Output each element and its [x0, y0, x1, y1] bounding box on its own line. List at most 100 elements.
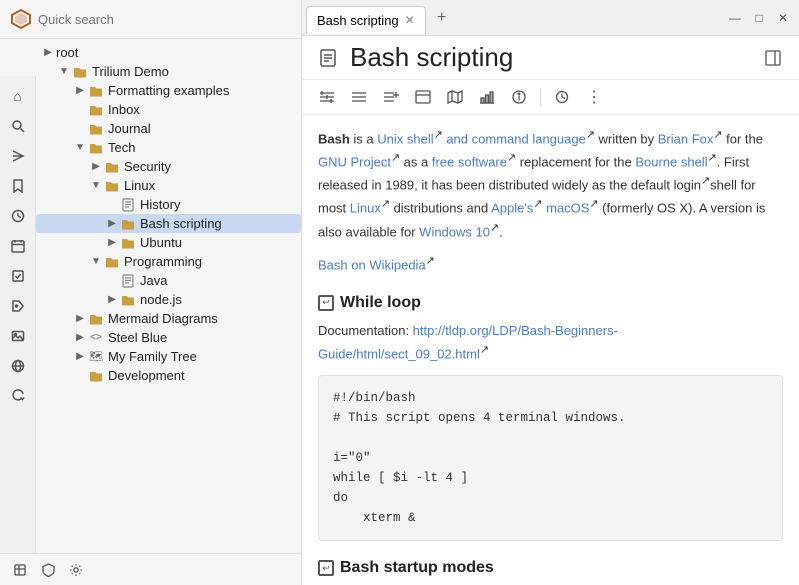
doc-link-paragraph: Documentation: http://tldp.org/LDP/Bash-… [318, 321, 783, 365]
tree-item-java[interactable]: ▶ Java [36, 271, 301, 290]
sync-nav-btn[interactable] [4, 382, 32, 410]
tree-item-my-family-tree[interactable]: ▶ 🗺 My Family Tree [36, 347, 301, 366]
expander-trilium-demo[interactable]: ▼ [56, 66, 72, 77]
tree-item-programming[interactable]: ▼ Programming [36, 252, 301, 271]
node-label-security: Security [124, 159, 171, 174]
link-command-language[interactable]: and command language [446, 131, 586, 146]
app-logo [10, 8, 32, 30]
tree-item-nodejs[interactable]: ▶ node.js [36, 290, 301, 309]
node-label-nodejs: node.js [140, 292, 182, 307]
window-close-btn[interactable]: ✕ [771, 6, 795, 30]
node-label-bash-scripting: Bash scripting [140, 216, 222, 231]
task-nav-btn[interactable] [4, 262, 32, 290]
node-label-development: Development [108, 368, 185, 383]
tree-item-history[interactable]: ▶ History [36, 195, 301, 214]
link-bash-wikipedia[interactable]: Bash on Wikipedia [318, 257, 426, 272]
tree-item-formatting-examples[interactable]: ▶ Formatting examples [36, 81, 301, 100]
node-label-formatting-examples: Formatting examples [108, 83, 229, 98]
folder-icon-nodejs [120, 294, 136, 306]
folder-icon-security [104, 161, 120, 173]
expander-linux[interactable]: ▼ [88, 180, 104, 191]
tree-item-journal[interactable]: ▶ Journal [36, 119, 301, 138]
insert-toolbar-btn[interactable] [378, 84, 404, 110]
expander-ubuntu[interactable]: ▶ [104, 237, 120, 248]
list-toolbar-btn[interactable] [346, 84, 372, 110]
info-toolbar-btn[interactable] [506, 84, 532, 110]
link-free-software[interactable]: free software [432, 154, 507, 169]
content-toolbar: ⋮ [302, 80, 799, 115]
shield-bottom-btn[interactable] [36, 558, 60, 582]
expander-my-family-tree[interactable]: ▶ [72, 351, 88, 362]
wiki-link-paragraph: Bash on Wikipedia↗ [318, 253, 783, 276]
tree-item-trilium-demo[interactable]: ▼ Trilium Demo [36, 62, 301, 81]
link-apples[interactable]: Apple's [491, 201, 533, 216]
chart-toolbar-btn[interactable] [474, 84, 500, 110]
right-panel-btn[interactable] [759, 44, 787, 72]
node-label-inbox: Inbox [108, 102, 140, 117]
expander-bash-scripting[interactable]: ▶ [104, 218, 120, 229]
window-maximize-btn[interactable]: □ [747, 6, 771, 30]
tab-close-bash-scripting[interactable]: ✕ [405, 13, 415, 27]
image-nav-btn[interactable] [4, 322, 32, 350]
home-nav-btn[interactable]: ⌂ [4, 82, 32, 110]
send-nav-btn[interactable] [4, 142, 32, 170]
tree-item-linux[interactable]: ▼ Linux [36, 176, 301, 195]
expander-programming[interactable]: ▼ [88, 256, 104, 267]
tab-bash-scripting[interactable]: Bash scripting ✕ [306, 6, 426, 34]
node-label-linux: Linux [124, 178, 155, 193]
link-brian-fox[interactable]: Brian Fox [658, 131, 714, 146]
node-label-java: Java [140, 273, 167, 288]
link-windows10[interactable]: Windows 10 [419, 224, 490, 239]
link-linux[interactable]: Linux [350, 201, 381, 216]
tree-item-steel-blue[interactable]: ▶ <> Steel Blue [36, 328, 301, 347]
link-macos[interactable]: macOS [546, 201, 589, 216]
expander-nodejs[interactable]: ▶ [104, 294, 120, 305]
tree-item-ubuntu[interactable]: ▶ Ubuntu [36, 233, 301, 252]
tree-item-root[interactable]: ▶ root [36, 43, 301, 62]
layers-bottom-btn[interactable] [8, 558, 32, 582]
note-icon-java [120, 274, 136, 288]
note-content: Bash is a Unix shell↗ and command langua… [302, 115, 799, 585]
link-unix-shell[interactable]: Unix shell [377, 131, 433, 146]
expander-root[interactable]: ▶ [40, 47, 56, 58]
tree-item-tech[interactable]: ▼ Tech [36, 138, 301, 157]
section-header-bash-startup: ↩ Bash startup modes [318, 555, 783, 581]
folder-icon-linux [104, 180, 120, 192]
folder-icon-inbox [88, 104, 104, 116]
map-icon-my-family-tree: 🗺 [88, 350, 104, 363]
search-nav-btn[interactable] [4, 112, 32, 140]
expander-security[interactable]: ▶ [88, 161, 104, 172]
search-input[interactable] [38, 12, 291, 27]
tab-add-btn[interactable]: + [430, 6, 454, 30]
calendar-nav-btn[interactable] [4, 232, 32, 260]
settings-bottom-btn[interactable] [64, 558, 88, 582]
tree-item-development[interactable]: ▶ Development [36, 366, 301, 385]
window-minimize-btn[interactable]: — [723, 6, 747, 30]
properties-toolbar-btn[interactable] [314, 84, 340, 110]
expander-steel-blue[interactable]: ▶ [72, 332, 88, 343]
map-toolbar-btn[interactable] [442, 84, 468, 110]
link-gnu-project[interactable]: GNU Project [318, 154, 391, 169]
note-title-bar: Bash scripting [302, 36, 799, 80]
tree-item-inbox[interactable]: ▶ Inbox [36, 100, 301, 119]
bookmark-nav-btn[interactable] [4, 172, 32, 200]
tab-bar: Bash scripting ✕ + — □ ✕ [302, 0, 799, 36]
more-toolbar-btn[interactable]: ⋮ [581, 84, 607, 110]
tree-item-bash-scripting[interactable]: ▶ Bash scripting [36, 214, 301, 233]
expander-tech[interactable]: ▼ [72, 142, 88, 153]
label-nav-btn[interactable] [4, 292, 32, 320]
node-label-journal: Journal [108, 121, 151, 136]
clock-nav-btn[interactable] [4, 202, 32, 230]
tree-item-mermaid-diagrams[interactable]: ▶ Mermaid Diagrams [36, 309, 301, 328]
tree-item-security[interactable]: ▶ Security [36, 157, 301, 176]
globe-nav-btn[interactable] [4, 352, 32, 380]
expander-formatting-examples[interactable]: ▶ [72, 85, 88, 96]
section-title-while-loop: While loop [340, 290, 421, 316]
link-bourne-shell[interactable]: Bourne shell [635, 154, 707, 169]
expander-mermaid-diagrams[interactable]: ▶ [72, 313, 88, 324]
node-label-programming: Programming [124, 254, 202, 269]
doc-prefix: Documentation: [318, 323, 413, 338]
template-toolbar-btn[interactable] [410, 84, 436, 110]
history-toolbar-btn[interactable] [549, 84, 575, 110]
node-label-mermaid-diagrams: Mermaid Diagrams [108, 311, 218, 326]
